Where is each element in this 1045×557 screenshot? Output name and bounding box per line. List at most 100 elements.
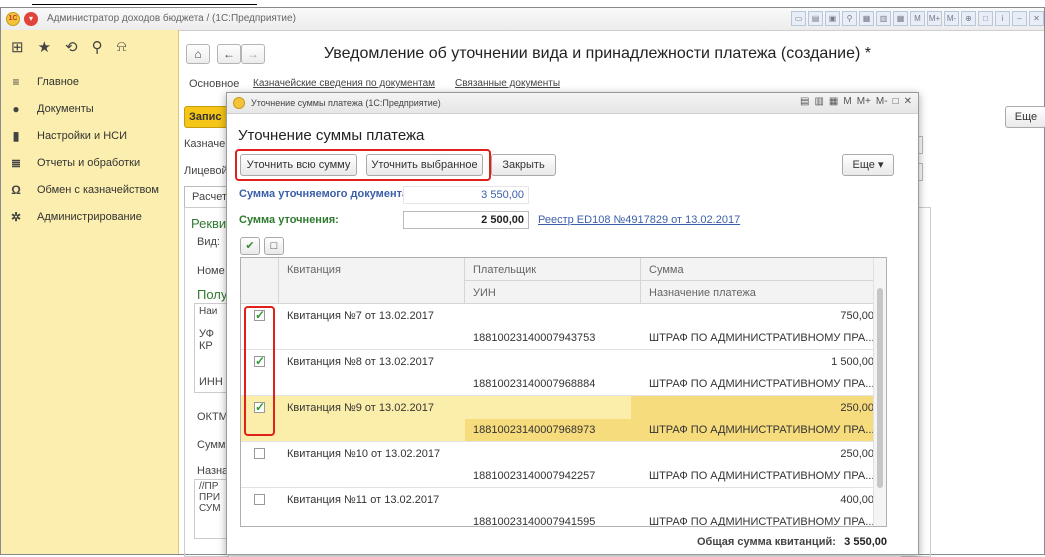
scrollbar-thumb[interactable] <box>877 288 883 488</box>
name-label: Наи <box>199 306 218 317</box>
sidebar-item-documents[interactable]: ● Документы <box>9 99 94 119</box>
memory-m-icon[interactable]: M <box>910 11 925 26</box>
sidebar-item-label: Документы <box>37 103 94 115</box>
refine-sum-input[interactable]: 2 500,00 <box>403 211 529 229</box>
receipt-sum: 250,00 <box>840 402 874 414</box>
tab-related-docs[interactable]: Связанные документы <box>455 78 560 89</box>
receipt-name: Квитанция №10 от 13.02.2017 <box>287 448 441 460</box>
table-scrollbar[interactable] <box>873 258 886 526</box>
sidebar-item-treasury-exchange[interactable]: Ω Обмен с казначейством <box>9 180 159 200</box>
memory-plus-icon[interactable]: M+ <box>857 96 871 107</box>
memory-m-icon[interactable]: M <box>843 96 851 107</box>
tab-calculation-label: Расчет <box>192 191 227 203</box>
receipt-uin: 18810023140007968973 <box>473 424 596 436</box>
app-toolbar: ▭ ▤ ▣ ⚲ ▦ ▥ ▦ M M+ M- ⊕ □ i – ✕ <box>791 11 1044 27</box>
app-title: Администратор доходов бюджета / (1С:Пред… <box>47 13 296 24</box>
highlight-checkboxes-box <box>244 306 275 436</box>
memory-minus-icon[interactable]: M- <box>944 11 959 26</box>
registry-link[interactable]: Реестр ED108 №4917829 от 13.02.2017 <box>538 214 740 226</box>
memory-minus-icon[interactable]: M- <box>876 96 888 107</box>
receipts-table: Квитанция Плательщик УИН Сумма Назначени… <box>240 257 887 527</box>
main-menu-button[interactable]: ▾ <box>24 12 38 26</box>
dialog-window-title: Уточнение суммы платежа (1С:Предприятие) <box>251 98 441 108</box>
sidebar-item-admin[interactable]: ✲ Администрирование <box>9 207 142 227</box>
table-row-selected[interactable]: ✓ Квитанция №9 от 13.02.2017 250,00 1881… <box>241 396 886 442</box>
search-icon[interactable]: ⚲ <box>92 38 103 56</box>
write-button[interactable]: Запис <box>184 106 229 128</box>
column-header-uin[interactable]: УИН <box>465 281 641 304</box>
row-checkbox[interactable] <box>254 494 265 505</box>
tab-treasury-info[interactable]: Казначейские сведения по документам <box>253 78 435 89</box>
zoom-icon[interactable]: ⊕ <box>961 11 976 26</box>
column-header-payer[interactable]: Плательщик <box>465 258 641 281</box>
home-button[interactable]: ⌂ <box>186 44 210 64</box>
1c-logo-icon <box>233 97 245 109</box>
underline-mark <box>32 4 257 5</box>
receipt-name: Квитанция №8 от 13.02.2017 <box>287 356 434 368</box>
refine-sum-dialog: Уточнение суммы платежа (1С:Предприятие)… <box>226 92 919 555</box>
memory-plus-icon[interactable]: M+ <box>927 11 942 26</box>
tab-calculation[interactable]: Расчет <box>184 186 229 208</box>
minimize-icon[interactable]: – <box>1012 11 1027 26</box>
help-icon[interactable]: ▦ <box>859 11 874 26</box>
table-row[interactable]: Квитанция №10 от 13.02.2017 250,00 18810… <box>241 442 886 488</box>
purpose-line-2: ПРИ <box>199 492 221 503</box>
check-all-icon[interactable]: ✔ <box>240 237 260 255</box>
maximize-icon[interactable]: □ <box>893 96 899 107</box>
table-icon[interactable]: ▥ <box>814 96 823 107</box>
table-row[interactable]: ✓ Квитанция №7 от 13.02.2017 750,00 1881… <box>241 304 886 350</box>
recipient-name-1: УФ <box>199 328 214 340</box>
info-icon[interactable]: i <box>995 11 1010 26</box>
row-checkbox[interactable] <box>254 448 265 459</box>
number-label: Номе <box>197 265 225 277</box>
sidebar-item-settings[interactable]: ▮ Настройки и НСИ <box>9 126 127 146</box>
dialog-titlebar: Уточнение суммы платежа (1С:Предприятие)… <box>227 93 918 114</box>
1c-logo-icon: 1С <box>6 12 20 26</box>
receipt-uin: 18810023140007942257 <box>473 470 596 482</box>
calendar-icon[interactable]: ▦ <box>893 11 908 26</box>
sidebar-item-main[interactable]: ≡ Главное <box>9 72 79 92</box>
history-icon[interactable]: ⟲ <box>65 38 78 56</box>
receipt-name: Квитанция №11 от 13.02.2017 <box>287 494 440 506</box>
sidebar-item-reports[interactable]: ≣ Отчеты и обработки <box>9 153 140 173</box>
receipt-name: Квитанция №7 от 13.02.2017 <box>287 310 434 322</box>
column-header-sum[interactable]: Сумма <box>641 258 886 281</box>
sidebar-item-label: Администрирование <box>37 211 142 223</box>
dialog-header: Уточнение суммы платежа <box>238 127 425 144</box>
receipt-purpose: ШТРАФ ПО АДМИНИСТРАТИВНОМУ ПРА... <box>649 516 875 527</box>
sidebar-toolbar: ⊞ ★ ⟲ ⚲ ⍾ <box>11 38 127 56</box>
column-header-purpose[interactable]: Назначение платежа <box>641 281 886 304</box>
table-row[interactable]: Квитанция №11 от 13.02.2017 400,00 18810… <box>241 488 886 527</box>
refine-sum-label: Сумма уточнения: <box>239 214 339 226</box>
settings-icon: ▮ <box>12 129 20 143</box>
tab-main[interactable]: Основное <box>189 78 239 90</box>
more-button[interactable]: Еще ▾ <box>842 154 894 176</box>
save-icon[interactable]: ▭ <box>791 11 806 26</box>
back-button[interactable]: ← <box>217 44 241 64</box>
oktmo-label: ОКТМ <box>197 411 228 423</box>
uncheck-all-icon[interactable]: □ <box>264 237 284 255</box>
save-icon[interactable]: ▤ <box>800 96 809 107</box>
column-header-check <box>241 258 279 304</box>
print-icon[interactable]: ▤ <box>808 11 823 26</box>
bell-icon[interactable]: ⍾ <box>117 38 127 56</box>
close-icon[interactable]: ✕ <box>904 96 912 107</box>
favorites-star-icon[interactable]: ★ <box>38 38 51 56</box>
forward-button[interactable]: → <box>241 44 265 64</box>
preview-icon[interactable]: ▣ <box>825 11 840 26</box>
receipt-sum: 400,00 <box>840 494 874 506</box>
link-icon[interactable]: ⚲ <box>842 11 857 26</box>
doc-sum-label: Сумма уточняемого документа: <box>239 188 412 200</box>
table-icon[interactable]: ▥ <box>876 11 891 26</box>
calendar-icon[interactable]: ▦ <box>829 96 838 107</box>
close-icon[interactable]: ✕ <box>1029 11 1044 26</box>
window-icon[interactable]: □ <box>978 11 993 26</box>
apps-grid-icon[interactable]: ⊞ <box>11 38 24 56</box>
highlight-buttons-box <box>235 149 491 181</box>
total-label: Общая сумма квитанций: <box>697 536 836 548</box>
table-row[interactable]: ✓ Квитанция №8 от 13.02.2017 1 500,00 18… <box>241 350 886 396</box>
form-more-button[interactable]: Еще <box>1005 106 1045 128</box>
receipt-purpose: ШТРАФ ПО АДМИНИСТРАТИВНОМУ ПРА... <box>649 424 875 436</box>
column-header-receipt[interactable]: Квитанция <box>279 258 465 304</box>
close-button[interactable]: Закрыть <box>491 154 556 176</box>
